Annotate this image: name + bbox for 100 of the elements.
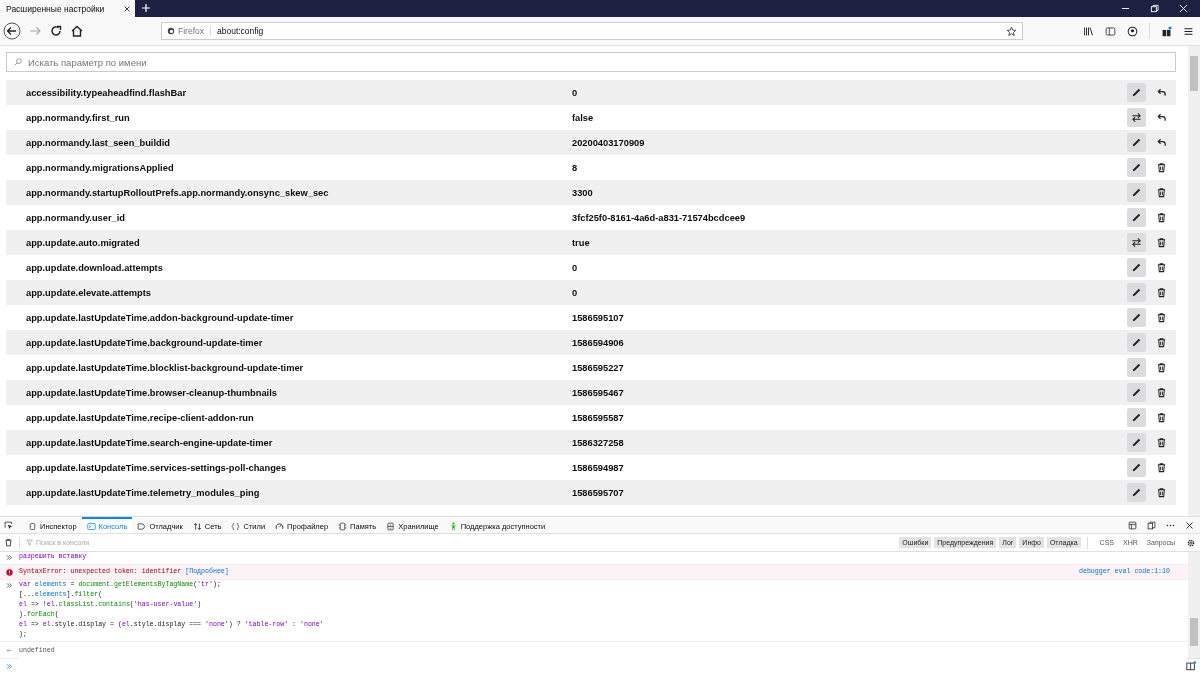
toggle-button[interactable] <box>1127 233 1146 252</box>
swap-arrows-icon <box>1131 237 1142 248</box>
pencil-icon <box>1131 487 1142 498</box>
edit-button[interactable] <box>1127 458 1146 477</box>
reload-icon[interactable] <box>49 24 63 38</box>
edit-button[interactable] <box>1127 433 1146 452</box>
pref-value: true <box>572 237 591 248</box>
pref-name: app.update.lastUpdateTime.services-settings-poll-changes <box>26 462 288 473</box>
terminal-icon <box>86 521 96 531</box>
trash-icon <box>1156 312 1167 323</box>
pencil-icon <box>1131 262 1142 273</box>
toggle-button[interactable] <box>1127 108 1146 127</box>
pref-value: 3300 <box>572 187 594 198</box>
edit-button[interactable] <box>1127 483 1146 502</box>
search-field[interactable]: Искать параметр по имени <box>6 52 1176 72</box>
sidebar-icon[interactable] <box>1105 25 1116 37</box>
pref-value: 1586594906 <box>572 337 625 348</box>
close-icon[interactable] <box>1185 520 1194 530</box>
pref-name: app.update.auto.migrated <box>26 237 141 248</box>
edit-button[interactable] <box>1127 358 1146 377</box>
dock-layout-icon[interactable] <box>1128 520 1137 530</box>
edit-button[interactable] <box>1127 333 1146 352</box>
star-icon[interactable] <box>1006 25 1017 37</box>
library-icon[interactable] <box>1083 25 1094 37</box>
pencil-icon <box>1131 312 1142 323</box>
separate-window-icon[interactable] <box>1147 520 1156 530</box>
pencil-icon <box>1131 362 1142 373</box>
up-down-arrows-icon <box>192 521 202 531</box>
edit-button[interactable] <box>1127 158 1146 177</box>
edit-button[interactable] <box>1127 408 1146 427</box>
edit-button[interactable] <box>1127 258 1146 277</box>
filter-icon <box>26 539 33 546</box>
pref-name: app.update.lastUpdateTime.browser-cleanup-thumbnails <box>26 387 278 398</box>
pencil-icon <box>1131 137 1142 148</box>
trash-icon <box>1156 487 1167 498</box>
trash-icon <box>1156 287 1167 298</box>
element-picker-icon[interactable] <box>4 520 13 530</box>
trash-icon <box>1156 462 1167 473</box>
edit-button[interactable] <box>1127 208 1146 227</box>
pref-name: app.update.elevate.attempts <box>26 287 153 298</box>
pencil-icon <box>1131 162 1142 173</box>
pref-value: 3fcf25f0-8161-4a6d-a831-71574bcdcee9 <box>572 212 747 223</box>
pref-name: app.normandy.first_run <box>26 112 131 123</box>
result-arrow-icon <box>6 647 13 654</box>
trash-icon <box>1156 337 1167 348</box>
scrollbar[interactable] <box>1188 552 1200 658</box>
trash-icon <box>1156 212 1167 223</box>
close-icon[interactable] <box>123 4 131 13</box>
pencil-icon <box>1131 462 1142 473</box>
undo-arrow-icon <box>1156 87 1167 98</box>
pref-value: 1586595467 <box>572 387 625 398</box>
account-icon[interactable] <box>1127 25 1138 37</box>
pref-name: app.normandy.user_id <box>26 212 126 223</box>
undo-arrow-icon <box>1156 137 1167 148</box>
split-editor-icon[interactable] <box>1186 661 1196 671</box>
gauge-icon <box>275 521 285 531</box>
storage-icon <box>386 521 396 531</box>
pref-value: 20200403170909 <box>572 137 646 148</box>
pencil-icon <box>1131 187 1142 198</box>
pencil-icon <box>1131 437 1142 448</box>
pencil-icon <box>1131 412 1142 423</box>
error-icon <box>6 568 13 576</box>
search-icon <box>14 58 22 66</box>
trash-icon <box>1156 262 1167 273</box>
plus-icon[interactable] <box>141 3 151 13</box>
swap-arrows-icon <box>1131 112 1142 123</box>
pref-value: 1586594987 <box>572 462 625 473</box>
pref-name: app.update.lastUpdateTime.background-update-timer <box>26 337 264 348</box>
pref-name: app.update.lastUpdateTime.search-engine-update-timer <box>26 437 274 448</box>
person-icon <box>448 521 458 531</box>
pref-value: 1586595107 <box>572 312 625 323</box>
menu-icon[interactable] <box>1183 25 1194 37</box>
settings-icon[interactable] <box>1186 537 1196 548</box>
trash-icon[interactable] <box>4 538 13 547</box>
trash-icon <box>1156 187 1167 198</box>
trash-icon <box>1156 437 1167 448</box>
edit-button[interactable] <box>1127 133 1146 152</box>
braces-icon <box>231 521 241 531</box>
gift-icon[interactable] <box>1161 25 1172 37</box>
browser-logo-icon <box>167 27 175 35</box>
pencil-icon <box>1131 87 1142 98</box>
edit-button[interactable] <box>1127 308 1146 327</box>
scrollbar[interactable] <box>1188 46 1200 516</box>
restore-icon[interactable] <box>1150 4 1159 13</box>
input-prompt-icon <box>6 554 13 561</box>
pref-value: 0 <box>572 262 579 273</box>
pref-name: app.update.lastUpdateTime.blocklist-background-update-timer <box>26 362 305 373</box>
pref-value: 0 <box>572 287 579 298</box>
address-bar[interactable]: Firefox about:config <box>161 22 1023 40</box>
pref-value: 0 <box>572 87 579 98</box>
pref-value: 1586327258 <box>572 437 625 448</box>
tag-shape-icon <box>137 521 147 531</box>
home-icon[interactable] <box>70 24 84 38</box>
trash-icon <box>1156 387 1167 398</box>
edit-button[interactable] <box>1127 383 1146 402</box>
pencil-icon <box>1131 337 1142 348</box>
edit-button[interactable] <box>1127 183 1146 202</box>
browser-tab[interactable]: Расширенные настройки <box>0 0 135 17</box>
edit-button[interactable] <box>1127 83 1146 102</box>
edit-button[interactable] <box>1127 283 1146 302</box>
